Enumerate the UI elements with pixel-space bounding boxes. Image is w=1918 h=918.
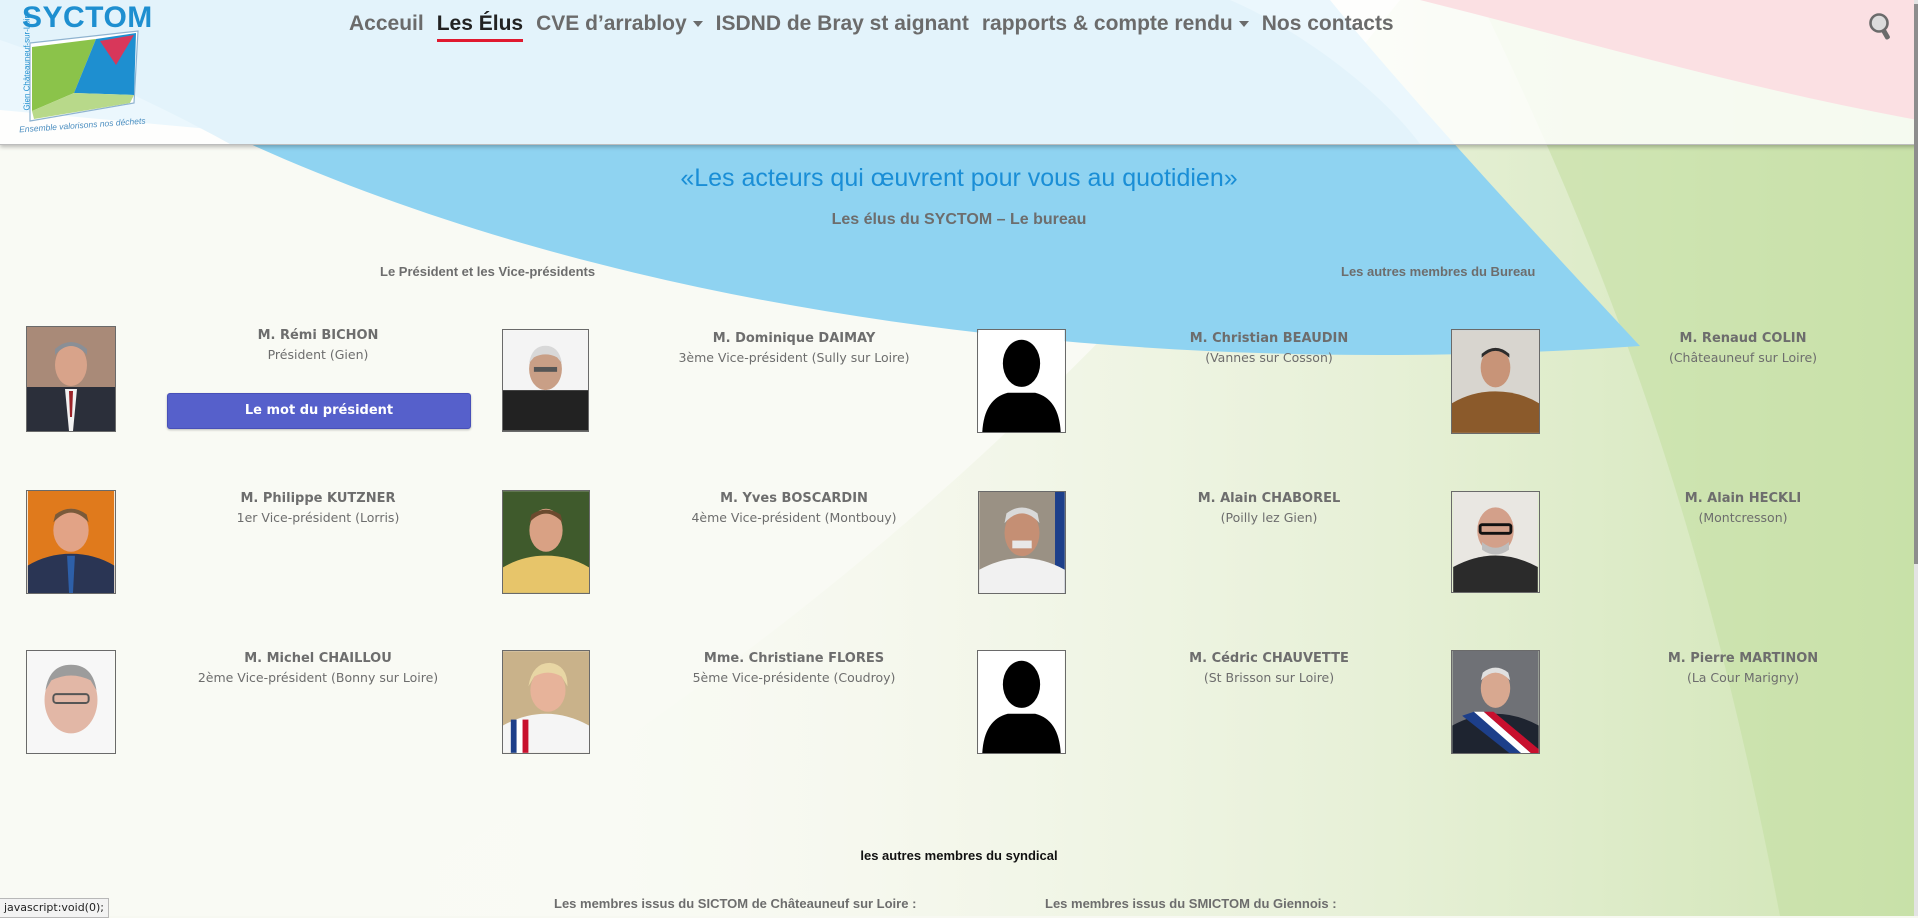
member-photo bbox=[502, 329, 589, 432]
member-photo bbox=[26, 490, 116, 594]
nav-item-rapports[interactable]: rapports & compte rendu bbox=[982, 12, 1249, 42]
nav-item-contacts[interactable]: Nos contacts bbox=[1262, 12, 1394, 42]
member-role: (Montcresson) bbox=[1698, 510, 1788, 525]
member-card: M. Philippe KUTZNER 1er Vice-président (… bbox=[153, 491, 483, 525]
nav-item-isdnd[interactable]: ISDND de Bray st aignant bbox=[716, 12, 969, 42]
nav-label: rapports & compte rendu bbox=[981, 12, 1233, 35]
member-card: M. Pierre MARTINON (La Cour Marigny) bbox=[1578, 651, 1908, 685]
member-card: Mme. Christiane FLORES 5ème Vice-préside… bbox=[629, 651, 959, 685]
section-title-smictom: Les membres issus du SMICTOM du Giennois… bbox=[1045, 896, 1337, 911]
member-photo bbox=[502, 650, 590, 754]
silhouette bbox=[978, 651, 1065, 753]
portrait-photo bbox=[27, 651, 115, 753]
member-name: M. Dominique DAIMAY bbox=[712, 331, 876, 346]
member-name: M. Philippe KUTZNER bbox=[240, 491, 396, 506]
member-photo bbox=[977, 650, 1066, 754]
portrait-photo bbox=[503, 330, 588, 431]
member-role: (St Brisson sur Loire) bbox=[1203, 670, 1335, 685]
member-photo bbox=[978, 491, 1066, 594]
member-photo bbox=[26, 650, 116, 754]
portrait-photo bbox=[1452, 330, 1539, 433]
member-card: M. Renaud COLIN (Châteauneuf sur Loire) bbox=[1578, 331, 1908, 365]
section-title-syndical: les autres membres du syndical bbox=[860, 848, 1058, 863]
search-icon bbox=[1869, 13, 1890, 40]
member-role: 5ème Vice-présidente (Coudroy) bbox=[692, 670, 896, 685]
section-title-sictom: Les membres issus du SICTOM de Châteaune… bbox=[554, 896, 917, 911]
portrait-photo bbox=[1452, 651, 1539, 753]
status-bar: javascript:void(0); bbox=[0, 898, 109, 918]
portrait-photo bbox=[27, 491, 115, 593]
member-role: 3ème Vice-président (Sully sur Loire) bbox=[678, 350, 910, 365]
logo-title: SYCTOM bbox=[22, 1, 153, 34]
member-role: (Vannes sur Cosson) bbox=[1205, 350, 1333, 365]
site-header: SYCTOM Gien Châteauneuf-sur-Loire Ensemb… bbox=[0, 0, 1918, 145]
member-name: M. Christian BEAUDIN bbox=[1189, 331, 1349, 346]
member-name: M. Pierre MARTINON bbox=[1667, 651, 1819, 666]
member-card: M. Alain CHABOREL (Poilly lez Gien) bbox=[1104, 491, 1434, 525]
member-card: M. Rémi BICHON Président (Gien) bbox=[153, 328, 483, 362]
chevron-down-icon bbox=[692, 21, 703, 28]
nav-label: Acceuil bbox=[349, 12, 424, 35]
portrait-photo bbox=[979, 492, 1065, 593]
nav-label: Nos contacts bbox=[1261, 12, 1394, 35]
nav-label: ISDND de Bray st aignant bbox=[715, 12, 969, 35]
portrait-photo bbox=[27, 327, 115, 431]
page-subtitle: Les élus du SYCTOM – Le bureau bbox=[831, 211, 1087, 228]
portrait-photo bbox=[503, 491, 589, 593]
member-name: M. Michel CHAILLOU bbox=[244, 651, 392, 666]
silhouette bbox=[978, 330, 1065, 432]
member-card: M. Michel CHAILLOU 2ème Vice-président (… bbox=[153, 651, 483, 685]
member-name: M. Renaud COLIN bbox=[1679, 331, 1807, 346]
member-card: M. Alain HECKLI (Montcresson) bbox=[1578, 491, 1908, 525]
portrait-photo bbox=[503, 651, 589, 753]
nav-item-acceuil[interactable]: Acceuil bbox=[349, 12, 424, 42]
member-photo bbox=[1451, 491, 1540, 593]
scrollbar-thumb[interactable] bbox=[1914, 4, 1918, 564]
member-name: Mme. Christiane FLORES bbox=[703, 651, 885, 666]
member-name: M. Yves BOSCARDIN bbox=[720, 491, 868, 506]
page-quote: «Les acteurs qui œuvrent pour vous au qu… bbox=[680, 164, 1238, 192]
chevron-down-icon bbox=[1238, 21, 1249, 28]
member-card: M. Christian BEAUDIN (Vannes sur Cosson) bbox=[1104, 331, 1434, 365]
member-role: Président (Gien) bbox=[267, 347, 369, 362]
member-card: M. Yves BOSCARDIN 4ème Vice-président (M… bbox=[629, 491, 959, 525]
member-photo bbox=[26, 326, 116, 432]
syctom-logo[interactable]: SYCTOM Gien Châteauneuf-sur-Loire Ensemb… bbox=[16, 1, 152, 135]
nav-item-cve-arrabloy[interactable]: CVE d’arrabloy bbox=[536, 12, 703, 42]
portrait-photo bbox=[1453, 492, 1538, 592]
member-photo bbox=[1451, 650, 1540, 754]
member-name: M. Alain HECKLI bbox=[1684, 491, 1802, 506]
nav-label: Les Élus bbox=[436, 12, 524, 35]
logo-vertical-text: Gien Châteauneuf-sur-Loire bbox=[22, 11, 32, 111]
member-role: (La Cour Marigny) bbox=[1686, 670, 1800, 685]
member-role: 2ème Vice-président (Bonny sur Loire) bbox=[197, 670, 439, 685]
member-role: 4ème Vice-président (Montbouy) bbox=[691, 510, 897, 525]
member-role: (Châteauneuf sur Loire) bbox=[1668, 350, 1818, 365]
search-button[interactable] bbox=[1868, 12, 1892, 42]
member-photo bbox=[977, 329, 1066, 433]
nav-label: CVE d’arrabloy bbox=[536, 12, 687, 35]
main-nav: Acceuil Les Élus CVE d’arrabloy ISDND de… bbox=[349, 12, 1394, 42]
member-card: M. Dominique DAIMAY 3ème Vice-président … bbox=[629, 331, 959, 365]
member-name: M. Cédric CHAUVETTE bbox=[1189, 651, 1349, 666]
member-name: M. Rémi BICHON bbox=[257, 328, 379, 343]
member-role: (Poilly lez Gien) bbox=[1220, 510, 1318, 525]
member-card: M. Cédric CHAUVETTE (St Brisson sur Loir… bbox=[1104, 651, 1434, 685]
member-role: 1er Vice-président (Lorris) bbox=[236, 510, 400, 525]
section-title-bureau: Les autres membres du Bureau bbox=[1341, 264, 1536, 279]
section-title-president: Le Président et les Vice-présidents bbox=[380, 264, 596, 279]
nav-item-les-elus[interactable]: Les Élus bbox=[436, 12, 524, 42]
member-photo bbox=[502, 490, 590, 594]
president-message-button[interactable]: Le mot du président bbox=[167, 393, 471, 429]
member-photo bbox=[1451, 329, 1540, 434]
member-name: M. Alain CHABOREL bbox=[1197, 491, 1341, 506]
